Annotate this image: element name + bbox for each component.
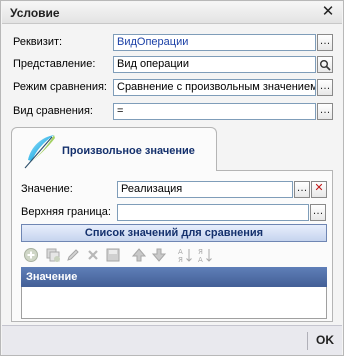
tab-arbitrary-value[interactable]: Произвольное значение xyxy=(11,127,217,171)
dialog-footer: OK xyxy=(2,325,342,355)
list-toolbar: A Я Я A xyxy=(21,246,327,264)
comparison-list-button[interactable]: Список значений для сравнения xyxy=(21,224,327,242)
compare-mode-select-button[interactable]: … xyxy=(317,79,333,96)
requisite-select-button[interactable]: … xyxy=(317,34,333,51)
compare-type-select-button[interactable]: … xyxy=(317,103,333,120)
grid-column-header-value[interactable]: Значение xyxy=(21,267,327,287)
upper-bound-field[interactable] xyxy=(117,204,309,221)
sort-ascending-icon[interactable]: A Я xyxy=(177,247,193,263)
value-clear-icon[interactable]: ✕ xyxy=(311,181,327,198)
value-field[interactable]: Реализация xyxy=(117,181,293,198)
presentation-label: Представление: xyxy=(13,58,96,70)
title-bar: Условие ✕ xyxy=(2,2,342,24)
presentation-search-button[interactable] xyxy=(317,56,333,73)
compare-type-field[interactable]: = xyxy=(113,103,316,120)
tab-label: Произвольное значение xyxy=(62,145,195,157)
sort-descending-icon[interactable]: Я A xyxy=(197,247,213,263)
window-title: Условие xyxy=(10,6,60,20)
requisite-field[interactable]: ВидОперации xyxy=(113,34,316,51)
copy-icon[interactable] xyxy=(45,247,61,263)
delete-icon[interactable] xyxy=(85,247,101,263)
value-select-button[interactable]: … xyxy=(294,181,310,198)
svg-text:Я: Я xyxy=(198,248,203,256)
move-up-icon[interactable] xyxy=(131,247,147,263)
move-down-icon[interactable] xyxy=(151,247,167,263)
footer-divider xyxy=(307,332,308,350)
upper-bound-label: Верхняя граница: xyxy=(21,206,111,218)
edit-icon[interactable] xyxy=(65,247,81,263)
save-icon[interactable] xyxy=(105,247,121,263)
requisite-label: Реквизит: xyxy=(13,36,63,48)
svg-text:A: A xyxy=(178,248,183,256)
value-label: Значение: xyxy=(21,183,73,195)
ok-button[interactable]: OK xyxy=(316,333,334,347)
presentation-field[interactable]: Вид операции xyxy=(113,56,316,73)
svg-text:Я: Я xyxy=(178,256,183,263)
condition-dialog: Условие ✕ Реквизит: ВидОперации … Предст… xyxy=(0,0,344,356)
compare-mode-label: Режим сравнения: xyxy=(13,81,107,93)
values-grid[interactable] xyxy=(21,287,327,319)
compare-mode-field[interactable]: Сравнение с произвольным значением xyxy=(113,79,316,96)
close-icon[interactable]: ✕ xyxy=(320,4,336,20)
upper-bound-select-button[interactable]: … xyxy=(310,204,326,221)
feather-icon xyxy=(24,135,55,169)
svg-text:A: A xyxy=(198,256,203,263)
add-icon[interactable] xyxy=(23,247,39,263)
compare-type-label: Вид сравнения: xyxy=(13,105,93,117)
search-icon xyxy=(320,60,331,71)
